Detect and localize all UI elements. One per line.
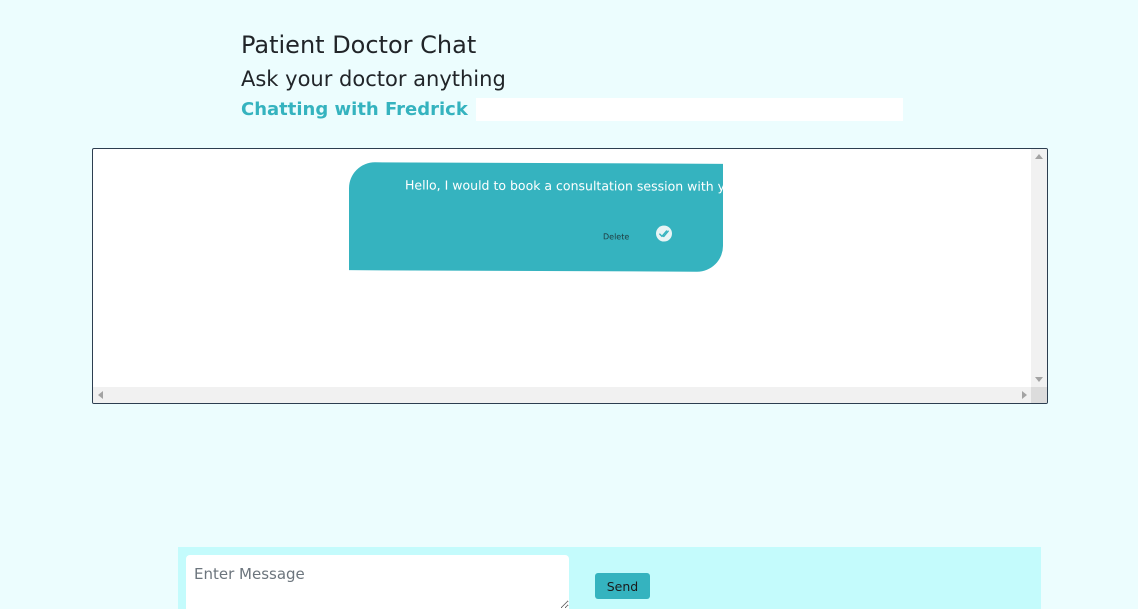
message-bubble: Hello, I would to book a consultation se… bbox=[349, 162, 741, 272]
scroll-down-icon[interactable] bbox=[1035, 377, 1043, 382]
chat-partner-bar: Chatting with Fredrick bbox=[241, 98, 903, 121]
delete-message-button[interactable]: Delete bbox=[603, 232, 629, 241]
horizontal-scrollbar[interactable] bbox=[93, 387, 1031, 403]
scroll-right-icon[interactable] bbox=[1022, 391, 1027, 399]
scroll-up-icon[interactable] bbox=[1035, 154, 1043, 159]
chat-page: Patient Doctor Chat Ask your doctor anyt… bbox=[0, 0, 1138, 609]
vertical-scrollbar[interactable] bbox=[1031, 149, 1047, 387]
send-button[interactable]: Send bbox=[595, 573, 650, 599]
scrollbar-corner bbox=[1031, 387, 1047, 403]
chat-partner-label: Chatting with Fredrick bbox=[241, 98, 476, 121]
double-check-icon bbox=[656, 225, 672, 242]
message-input[interactable] bbox=[186, 555, 569, 609]
message-composer: Send bbox=[178, 547, 1041, 609]
message-text: Hello, I would to book a consultation se… bbox=[405, 177, 741, 194]
chat-messages-window[interactable]: Hello, I would to book a consultation se… bbox=[92, 148, 1048, 404]
page-title: Patient Doctor Chat bbox=[241, 31, 477, 59]
scroll-left-icon[interactable] bbox=[98, 391, 103, 399]
page-subtitle: Ask your doctor anything bbox=[241, 67, 506, 91]
